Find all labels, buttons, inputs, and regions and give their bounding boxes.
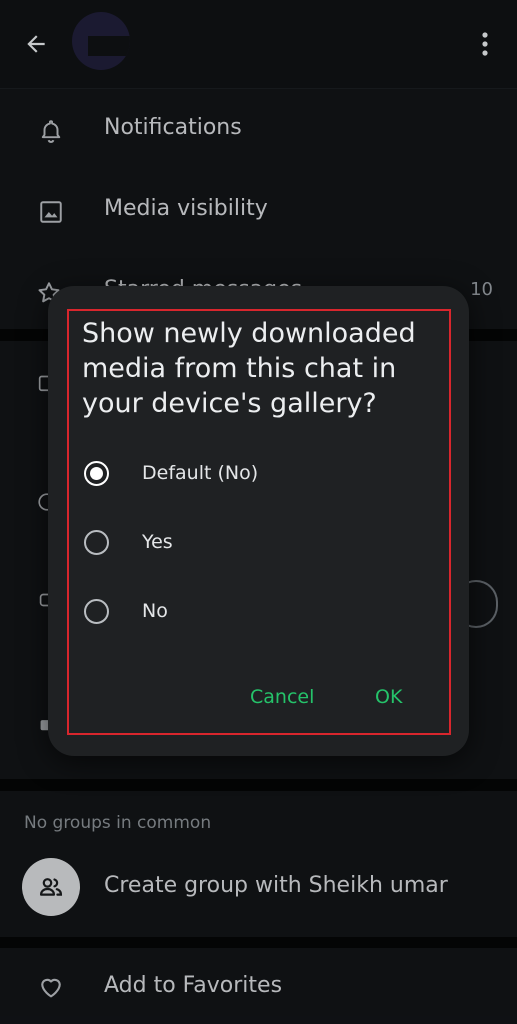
radio-button[interactable] — [84, 599, 109, 624]
option-default-no[interactable]: Default (No) — [78, 449, 438, 501]
radio-button[interactable] — [84, 530, 109, 555]
option-label: Default (No) — [142, 462, 259, 484]
option-no[interactable]: No — [78, 587, 438, 639]
radio-button-selected[interactable] — [84, 461, 109, 486]
option-yes[interactable]: Yes — [78, 518, 438, 570]
option-label: No — [142, 600, 168, 622]
dialog-title: Show newly downloaded media from this ch… — [82, 318, 416, 419]
chat-info-screen: Notifications Media visibility Starred m… — [0, 0, 517, 1024]
ok-button[interactable]: OK — [375, 686, 402, 708]
cancel-button[interactable]: Cancel — [250, 686, 314, 708]
option-label: Yes — [142, 531, 173, 553]
